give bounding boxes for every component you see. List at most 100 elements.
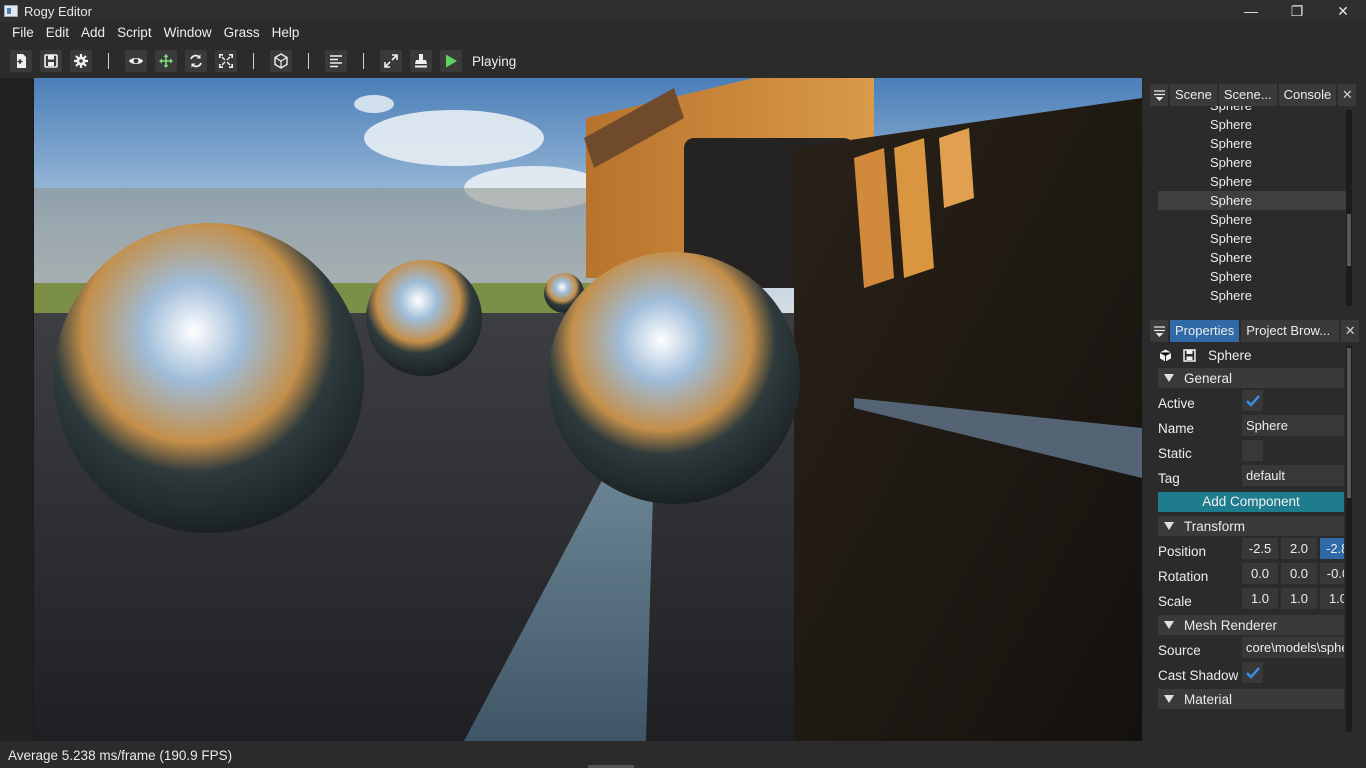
scene-image [34, 78, 1142, 741]
source-field[interactable]: core\models\sphere [1242, 637, 1344, 658]
name-label: Name [1158, 421, 1195, 436]
close-icon[interactable]: ✕ [1341, 320, 1360, 342]
viewport-side-strip [0, 78, 34, 741]
rotation-y-field[interactable]: 0.0 [1281, 563, 1317, 584]
menu-add[interactable]: Add [75, 22, 111, 44]
view-button[interactable] [125, 50, 147, 72]
panel-menu-button[interactable] [1150, 320, 1168, 342]
name-field[interactable]: Sphere [1242, 415, 1344, 436]
mesh-button[interactable] [270, 50, 292, 72]
menu-edit[interactable]: Edit [40, 22, 75, 44]
list-item[interactable]: Sphere [1158, 106, 1352, 115]
section-material[interactable]: Material [1158, 689, 1344, 709]
restore-button[interactable]: ❐ [1274, 0, 1320, 22]
list-item-selected[interactable]: Sphere [1158, 191, 1352, 210]
tab-properties[interactable]: Properties [1170, 320, 1240, 342]
position-x-field[interactable]: -2.5 [1242, 538, 1278, 559]
menu-help[interactable]: Help [266, 22, 306, 44]
align-icon [330, 55, 342, 68]
cast-shadow-label: Cast Shadow [1158, 668, 1239, 683]
menu-triangle-icon [1153, 89, 1165, 101]
close-icon[interactable]: ✕ [1338, 84, 1357, 106]
play-button[interactable] [440, 50, 462, 72]
list-item[interactable]: Sphere [1158, 248, 1352, 267]
rotate-tool-button[interactable] [185, 50, 207, 72]
toolbar-separator [363, 53, 364, 69]
section-title: Transform [1184, 518, 1246, 534]
save-prefab-icon[interactable] [1182, 348, 1196, 362]
position-vector: -2.5 2.0 -2.8 [1242, 538, 1344, 559]
static-checkbox[interactable] [1242, 440, 1263, 461]
align-button[interactable] [325, 50, 347, 72]
list-item[interactable]: Sphere [1158, 286, 1352, 305]
minimize-button[interactable]: — [1228, 0, 1274, 22]
cast-shadow-checkbox[interactable] [1242, 662, 1263, 683]
stamp-icon [415, 54, 427, 68]
name-row: Name Sphere [1150, 413, 1344, 438]
tab-scene-view[interactable]: Scene... [1218, 84, 1277, 106]
properties-scrollbar[interactable] [1346, 346, 1352, 732]
panel-menu-button[interactable] [1150, 84, 1168, 106]
section-title: General [1184, 370, 1233, 386]
list-item[interactable]: Sphere [1158, 229, 1352, 248]
list-item[interactable]: Sphere [1158, 267, 1352, 286]
rotation-z-field[interactable]: -0.0 [1320, 563, 1344, 584]
static-row: Static [1150, 438, 1344, 463]
maximize-view-button[interactable] [380, 50, 402, 72]
scene-viewport[interactable] [0, 78, 1143, 741]
toolbar-separator [308, 53, 309, 69]
scale-tool-button[interactable] [215, 50, 237, 72]
settings-button[interactable] [70, 50, 92, 72]
build-button[interactable] [410, 50, 432, 72]
add-component-button[interactable]: Add Component [1158, 492, 1344, 512]
collapse-triangle-icon [1164, 522, 1174, 530]
cast-shadow-row: Cast Shadow [1150, 660, 1344, 685]
list-item[interactable]: Sphere [1158, 153, 1352, 172]
scale-z-field[interactable]: 1.0 [1320, 588, 1344, 609]
scene-panel-tabs: Scene Scene... Console ✕ [1150, 84, 1366, 106]
position-row: Position -2.5 2.0 -2.8 [1150, 536, 1344, 561]
active-checkbox[interactable] [1242, 390, 1263, 411]
scale-icon [219, 54, 233, 68]
menu-grass[interactable]: Grass [218, 22, 266, 44]
rotation-row: Rotation 0.0 0.0 -0.0 [1150, 561, 1344, 586]
move-icon [159, 54, 173, 68]
scale-y-field[interactable]: 1.0 [1281, 588, 1317, 609]
object-header: Sphere [1150, 342, 1366, 368]
tab-scene[interactable]: Scene [1170, 84, 1217, 106]
list-item[interactable]: Sphere [1158, 115, 1352, 134]
tab-project-browser[interactable]: Project Brow... [1241, 320, 1340, 342]
move-tool-button[interactable] [155, 50, 177, 72]
scrollbar-thumb[interactable] [1347, 214, 1351, 266]
tag-field[interactable]: default [1242, 465, 1344, 486]
new-scene-button[interactable] [10, 50, 32, 72]
tag-row: Tag default [1150, 463, 1344, 488]
section-transform[interactable]: Transform [1158, 516, 1344, 536]
active-row: Active [1150, 388, 1344, 413]
collapse-triangle-icon [1164, 374, 1174, 382]
position-y-field[interactable]: 2.0 [1281, 538, 1317, 559]
menu-window[interactable]: Window [158, 22, 218, 44]
save-button[interactable] [40, 50, 62, 72]
scene-render[interactable] [34, 78, 1142, 741]
scale-x-field[interactable]: 1.0 [1242, 588, 1278, 609]
tab-console[interactable]: Console [1278, 84, 1337, 106]
collapse-triangle-icon [1164, 621, 1174, 629]
list-item[interactable]: Sphere [1158, 172, 1352, 191]
eye-icon [129, 58, 143, 64]
menu-script[interactable]: Script [111, 22, 158, 44]
section-mesh-renderer[interactable]: Mesh Renderer [1158, 615, 1344, 635]
menu-file[interactable]: File [0, 22, 40, 44]
position-z-field[interactable]: -2.8 [1320, 538, 1344, 559]
close-button[interactable]: ✕ [1320, 0, 1366, 22]
list-item[interactable]: Sphere [1158, 134, 1352, 153]
rotation-x-field[interactable]: 0.0 [1242, 563, 1278, 584]
section-general[interactable]: General [1158, 368, 1344, 388]
rotation-label: Rotation [1158, 569, 1209, 584]
list-item[interactable]: Sphere [1158, 210, 1352, 229]
scale-label: Scale [1158, 594, 1192, 609]
scrollbar-thumb[interactable] [1347, 348, 1351, 498]
scene-scrollbar[interactable] [1346, 110, 1352, 306]
title-bar: Rogy Editor — ❐ ✕ [0, 0, 1366, 22]
scale-row: Scale 1.0 1.0 1.0 [1150, 586, 1344, 611]
